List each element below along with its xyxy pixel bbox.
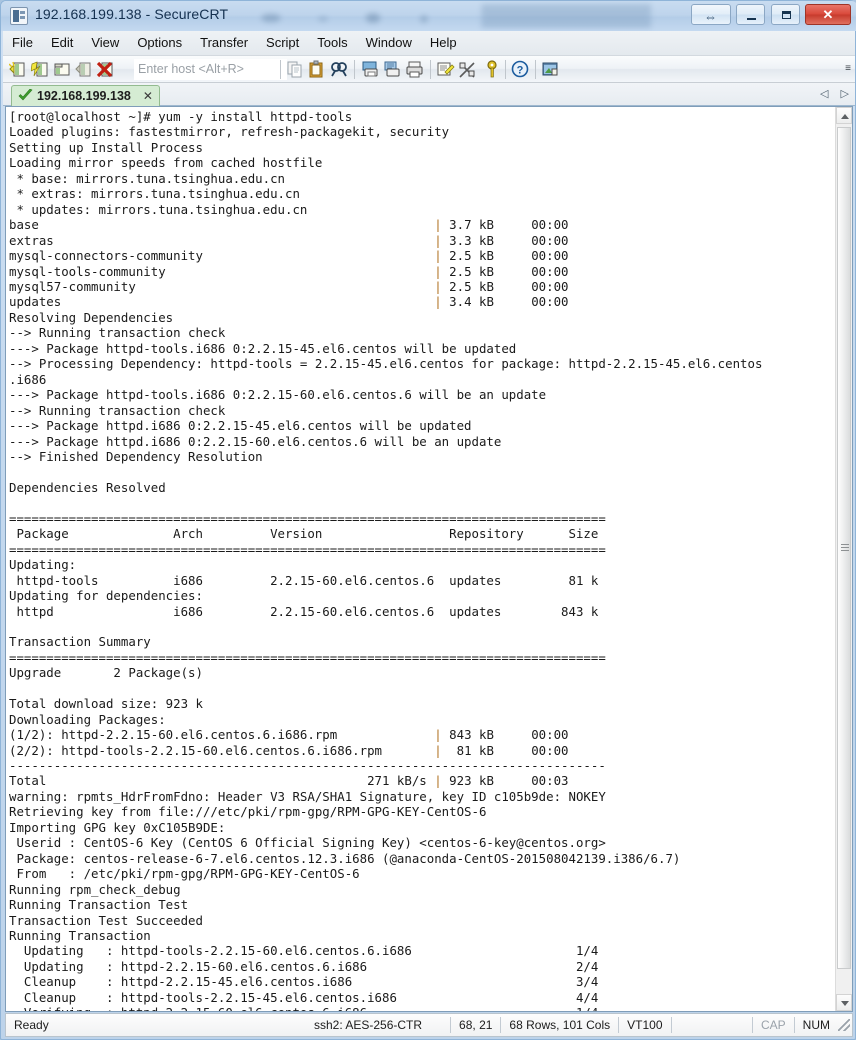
host-entry-field[interactable]: Enter host <Alt+R> bbox=[134, 59, 287, 80]
minimize-button[interactable] bbox=[736, 4, 766, 25]
terminal-scrollbar[interactable] bbox=[835, 107, 852, 1011]
terminal-frame: [root@localhost ~]# yum -y install httpd… bbox=[5, 106, 853, 1012]
menu-file[interactable]: File bbox=[3, 31, 42, 56]
session-options-icon[interactable] bbox=[436, 60, 455, 79]
toolbar-separator-4 bbox=[505, 60, 506, 79]
menu-edit[interactable]: Edit bbox=[42, 31, 82, 56]
toolbar-separator-3 bbox=[430, 60, 431, 79]
terminal-output: [root@localhost ~]# yum -y install httpd… bbox=[9, 109, 763, 1011]
help-icon[interactable]: ? bbox=[511, 60, 530, 79]
print-icon[interactable] bbox=[405, 60, 424, 79]
menu-window[interactable]: Window bbox=[357, 31, 421, 56]
menu-help[interactable]: Help bbox=[421, 31, 466, 56]
chevron-down-icon bbox=[841, 1001, 849, 1006]
host-placeholder: Enter host <Alt+R> bbox=[138, 62, 244, 76]
key-icon[interactable] bbox=[483, 60, 502, 79]
connect-icon[interactable] bbox=[8, 60, 28, 79]
chevron-up-icon bbox=[841, 114, 849, 119]
status-cap-indicator: CAP bbox=[760, 1018, 786, 1032]
menu-transfer[interactable]: Transfer bbox=[191, 31, 257, 56]
status-cursor-position: 68, 21 bbox=[459, 1018, 493, 1032]
paste-icon[interactable] bbox=[308, 60, 327, 79]
quick-connect-icon[interactable] bbox=[30, 60, 50, 79]
tab-nav-buttons: ◁ ▷ bbox=[811, 87, 849, 100]
status-bar: Ready ssh2: AES-256-CTR 68, 21 68 Rows, … bbox=[5, 1013, 853, 1037]
toolbar-overflow-button[interactable]: ≡ bbox=[845, 64, 851, 74]
menu-view[interactable]: View bbox=[82, 31, 128, 56]
connect-sftp-tab-icon[interactable] bbox=[75, 60, 94, 79]
copy-icon[interactable] bbox=[286, 60, 305, 79]
status-num-indicator: NUM bbox=[802, 1018, 830, 1032]
window-controls: ⇔ ✕ bbox=[690, 4, 851, 28]
connect-in-tab-icon[interactable] bbox=[53, 60, 72, 79]
status-spacer bbox=[672, 1014, 752, 1036]
securecrt-app-icon bbox=[10, 7, 28, 25]
scroll-down-button[interactable] bbox=[836, 994, 852, 1011]
menu-tools[interactable]: Tools bbox=[308, 31, 356, 56]
find-icon[interactable] bbox=[330, 60, 349, 79]
tab-next-button[interactable]: ▷ bbox=[841, 88, 849, 100]
tab-close-icon[interactable]: ✕ bbox=[143, 89, 153, 103]
status-ready: Ready bbox=[14, 1018, 49, 1032]
securecrt-window: 192.168.199.138 - SecureCRT ⇔ ✕ File Edi… bbox=[0, 0, 856, 1040]
tab-prev-button[interactable]: ◁ bbox=[820, 88, 828, 100]
restore-window-button[interactable]: ⇔ bbox=[690, 4, 731, 25]
restore-arrows-icon: ⇔ bbox=[704, 9, 718, 24]
close-icon: ✕ bbox=[822, 7, 834, 22]
menu-options[interactable]: Options bbox=[128, 31, 191, 56]
window-title: 192.168.199.138 - SecureCRT bbox=[35, 6, 229, 22]
scrollbar-thumb[interactable] bbox=[837, 127, 851, 969]
print-screen-icon[interactable] bbox=[361, 60, 380, 79]
status-cipher: ssh2: AES-256-CTR bbox=[314, 1018, 423, 1032]
menu-script[interactable]: Script bbox=[257, 31, 308, 56]
resize-grip-icon[interactable] bbox=[838, 1019, 850, 1031]
toolbar-separator-1 bbox=[280, 60, 281, 79]
tab-strip: 192.168.199.138 ✕ ◁ ▷ bbox=[3, 83, 855, 106]
title-bar-blurred-background bbox=[251, 4, 651, 28]
close-button[interactable]: ✕ bbox=[805, 4, 851, 25]
maximize-icon bbox=[781, 11, 791, 19]
session-manager-icon[interactable] bbox=[458, 60, 477, 79]
scrollbar-grip-icon bbox=[841, 544, 849, 552]
log-session-icon[interactable] bbox=[383, 60, 402, 79]
green-check-icon bbox=[18, 89, 33, 103]
toolbar-separator-2 bbox=[354, 60, 355, 79]
status-dimensions: 68 Rows, 101 Cols bbox=[509, 1018, 611, 1032]
window-tile-icon[interactable] bbox=[541, 60, 560, 79]
disconnect-icon[interactable] bbox=[96, 60, 116, 79]
svg-text:?: ? bbox=[517, 65, 524, 77]
toolbar: Enter host <Alt+R> ? ≡ bbox=[3, 56, 855, 83]
tab-192-168-199-138[interactable]: 192.168.199.138 ✕ bbox=[11, 85, 160, 106]
maximize-button[interactable] bbox=[770, 4, 800, 25]
scroll-up-button[interactable] bbox=[836, 107, 852, 124]
terminal-screen[interactable]: [root@localhost ~]# yum -y install httpd… bbox=[6, 107, 835, 1011]
menu-bar: File Edit View Options Transfer Script T… bbox=[3, 31, 855, 56]
status-emulation: VT100 bbox=[627, 1018, 663, 1032]
tab-label: 192.168.199.138 bbox=[37, 89, 131, 103]
minimize-icon bbox=[747, 18, 757, 20]
title-bar[interactable]: 192.168.199.138 - SecureCRT ⇔ ✕ bbox=[1, 1, 856, 31]
toolbar-separator-5 bbox=[535, 60, 536, 79]
